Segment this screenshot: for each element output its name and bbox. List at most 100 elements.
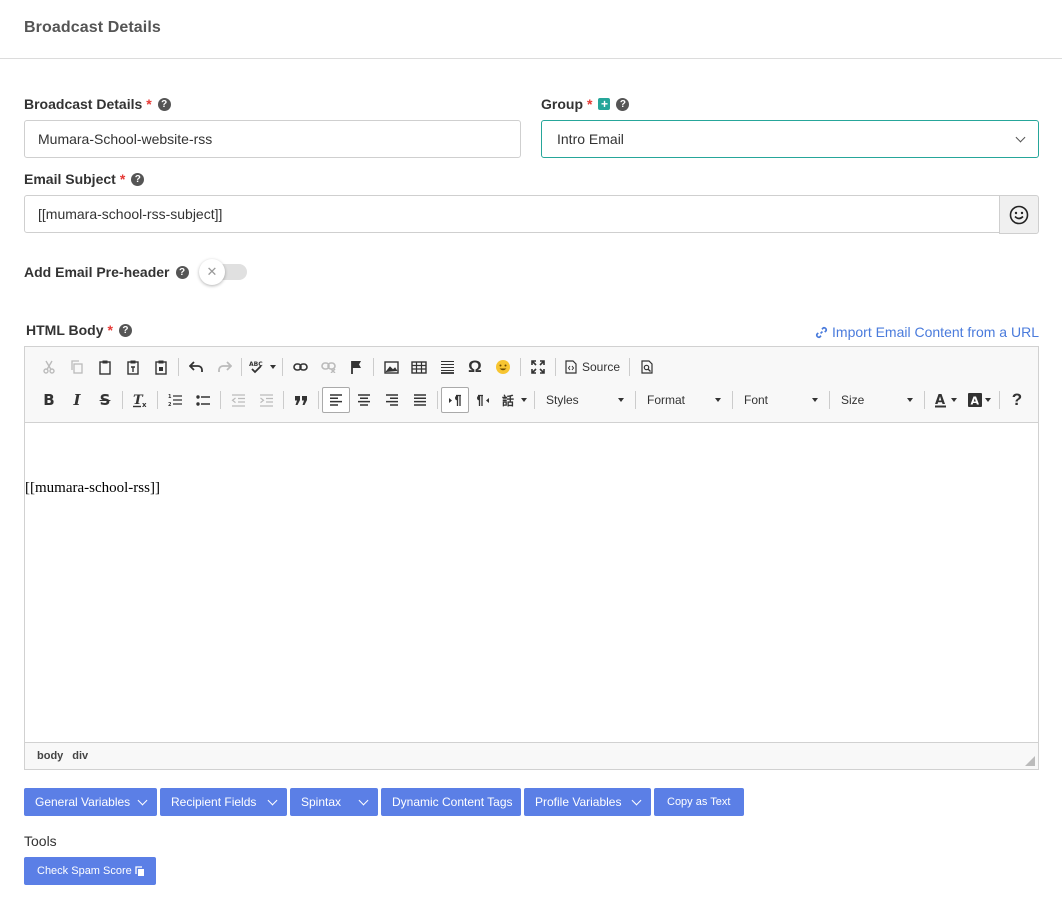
toolbar-separator	[373, 358, 374, 376]
toolbar-separator	[157, 391, 158, 409]
help-icon[interactable]: ?	[131, 172, 145, 186]
text-color-icon[interactable]: A	[928, 387, 962, 413]
maximize-icon[interactable]	[524, 354, 552, 380]
editor-content-area[interactable]: [[mumara-school-rss]]	[25, 424, 1038, 743]
language-icon[interactable]: 話	[497, 387, 531, 413]
spintax-label: Spintax	[301, 795, 342, 809]
import-email-content-link[interactable]: Import Email Content from a URL	[815, 324, 1039, 340]
toolbar-separator	[924, 391, 925, 409]
chevron-down-icon	[621, 788, 651, 816]
path-body[interactable]: body	[37, 750, 63, 762]
spintax-button[interactable]: Spintax	[290, 788, 378, 816]
toolbar-separator	[241, 358, 242, 376]
toolbar-separator	[829, 391, 830, 409]
font-dropdown[interactable]: Font	[736, 387, 826, 413]
help-icon[interactable]: ?	[157, 97, 171, 111]
background-color-icon[interactable]: A	[962, 387, 996, 413]
tools-heading: Tools	[24, 833, 57, 849]
smiley-icon	[1009, 205, 1029, 224]
toolbar-separator	[283, 391, 284, 409]
dynamic-content-tags-label: Dynamic Content Tags	[392, 795, 513, 809]
align-center-icon[interactable]	[350, 387, 378, 413]
html-editor: ABC Ω Source B I S T x 1 2 話 Styles Form…	[24, 346, 1039, 770]
format-dropdown[interactable]: Format	[639, 387, 729, 413]
image-icon[interactable]	[377, 354, 405, 380]
bullet-list-icon[interactable]	[189, 387, 217, 413]
broadcast-details-input[interactable]: Mumara-School-website-rss	[24, 120, 521, 158]
source-icon	[565, 360, 577, 374]
format-label: Format	[647, 393, 686, 407]
table-icon[interactable]	[405, 354, 433, 380]
copy-icon[interactable]	[63, 354, 91, 380]
align-justify-icon[interactable]	[406, 387, 434, 413]
page-title: Broadcast Details	[24, 19, 161, 36]
bold-button[interactable]: B	[35, 387, 63, 413]
source-label: Source	[582, 360, 621, 374]
styles-dropdown[interactable]: Styles	[538, 387, 632, 413]
group-select[interactable]: Intro Email	[541, 120, 1039, 158]
paste-word-icon[interactable]	[147, 354, 175, 380]
toolbar-separator	[220, 391, 221, 409]
required-marker: *	[119, 171, 126, 187]
copy-as-text-button[interactable]: Copy as Text	[654, 788, 744, 816]
check-spam-score-button[interactable]: Check Spam Score	[24, 857, 156, 885]
special-char-icon[interactable]: Ω	[461, 354, 489, 380]
general-variables-button[interactable]: General Variables	[24, 788, 157, 816]
required-marker: *	[146, 96, 152, 112]
add-group-icon[interactable]: +	[598, 98, 611, 110]
svg-text:A: A	[970, 395, 979, 408]
ltr-direction-icon[interactable]	[441, 387, 469, 413]
chevron-down-icon	[127, 788, 157, 816]
preview-icon[interactable]	[633, 354, 661, 380]
link-icon[interactable]	[286, 354, 314, 380]
spellcheck-icon[interactable]: ABC	[245, 354, 279, 380]
dynamic-content-tags-button[interactable]: Dynamic Content Tags	[381, 788, 521, 816]
undo-icon[interactable]	[182, 354, 210, 380]
font-label: Font	[744, 393, 769, 407]
toolbar-separator	[520, 358, 521, 376]
strikethrough-button[interactable]: S	[91, 387, 119, 413]
numbered-list-icon[interactable]: 12	[161, 387, 189, 413]
rtl-direction-icon[interactable]	[469, 387, 497, 413]
paste-text-icon[interactable]	[119, 354, 147, 380]
check-spam-score-label: Check Spam Score	[37, 865, 132, 877]
toolbar-separator	[282, 358, 283, 376]
align-right-icon[interactable]	[378, 387, 406, 413]
emoji-picker-button[interactable]	[999, 195, 1039, 234]
html-body-label-text: HTML Body	[26, 322, 104, 338]
html-body-label: HTML Body * ?	[26, 322, 132, 338]
paste-icon[interactable]	[91, 354, 119, 380]
unlink-icon[interactable]	[314, 354, 342, 380]
preheader-toggle[interactable]: ✕	[199, 259, 247, 285]
path-div[interactable]: div	[72, 750, 88, 762]
horizontal-line-icon[interactable]	[433, 354, 461, 380]
link-icon	[816, 326, 828, 338]
italic-button[interactable]: I	[63, 387, 91, 413]
page-header: Broadcast Details	[0, 0, 1062, 59]
remove-format-icon[interactable]: Tx	[126, 387, 154, 413]
cut-icon[interactable]	[35, 354, 63, 380]
email-subject-input[interactable]: [[mumara-school-rss-subject]]	[24, 195, 1000, 233]
svg-text:話: 話	[502, 393, 514, 407]
toolbar-separator	[999, 391, 1000, 409]
help-icon[interactable]: ?	[1003, 387, 1031, 413]
align-left-icon[interactable]	[322, 387, 350, 413]
help-icon[interactable]: ?	[616, 97, 630, 111]
emoji-icon[interactable]	[489, 354, 517, 380]
recipient-fields-button[interactable]: Recipient Fields	[160, 788, 287, 816]
chevron-down-icon	[1015, 132, 1026, 143]
size-dropdown[interactable]: Size	[833, 387, 921, 413]
source-button[interactable]: Source	[559, 354, 626, 380]
indent-icon[interactable]	[252, 387, 280, 413]
broadcast-details-label-text: Broadcast Details	[24, 96, 143, 112]
profile-variables-button[interactable]: Profile Variables	[524, 788, 651, 816]
help-icon[interactable]: ?	[175, 265, 189, 279]
redo-icon[interactable]	[210, 354, 238, 380]
group-label-text: Group	[541, 96, 583, 112]
anchor-flag-icon[interactable]	[342, 354, 370, 380]
outdent-icon[interactable]	[224, 387, 252, 413]
blockquote-icon[interactable]	[287, 387, 315, 413]
resize-grip-icon[interactable]	[1025, 756, 1035, 766]
help-icon[interactable]: ?	[118, 323, 132, 337]
editor-content-text[interactable]: [[mumara-school-rss]]	[25, 480, 160, 497]
